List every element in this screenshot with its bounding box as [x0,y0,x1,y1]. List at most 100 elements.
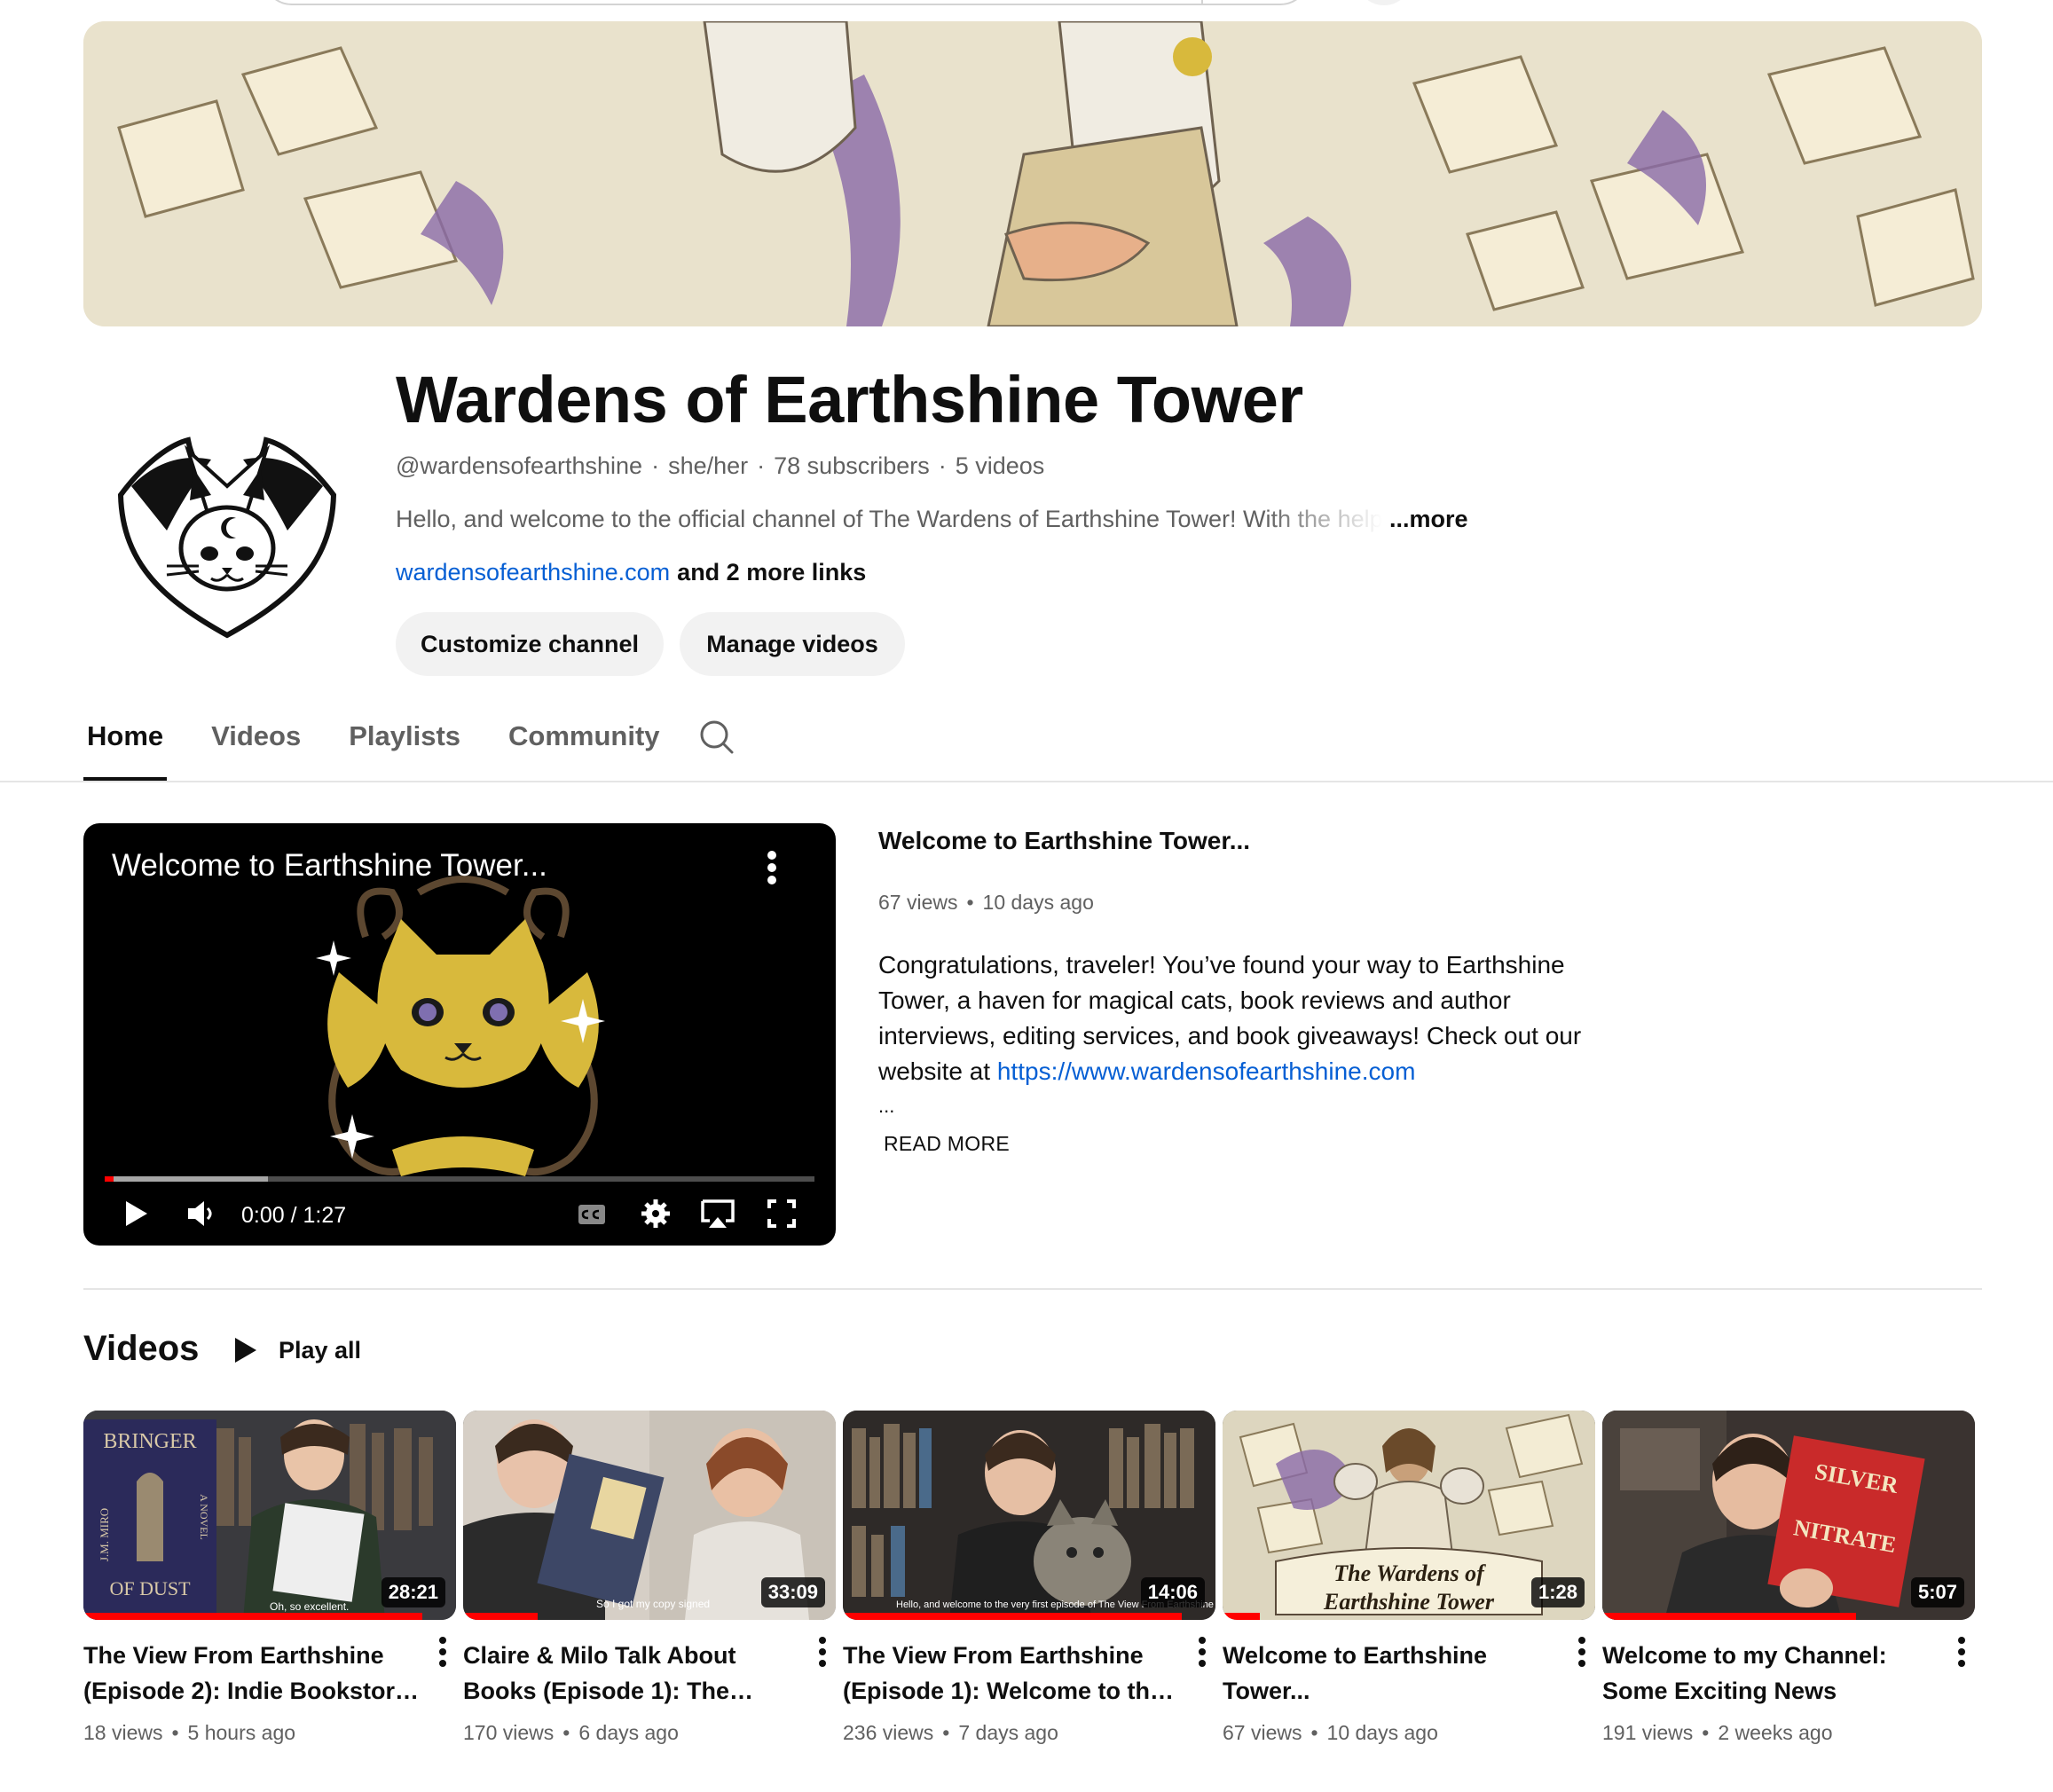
video-title[interactable]: Welcome to my Channel: Some Exciting New… [1602,1638,1939,1709]
watched-progress [83,1613,423,1620]
video-meta: 236 views • 7 days ago [843,1721,1215,1745]
channel-meta: @wardensofearthshine · she/her · 78 subscrib… [396,452,1044,480]
video-title[interactable]: The View From Earthshine (Episode 2): In… [83,1638,421,1709]
featured-age: 10 days ago [982,891,1094,914]
featured-video-title[interactable]: Welcome to Earthshine Tower... [878,827,1250,855]
video-meta: 170 views • 6 days ago [463,1721,836,1745]
channel-description[interactable]: Hello, and welcome to the official chann… [396,506,1468,533]
more-vert-icon[interactable] [1577,1636,1586,1668]
channel-pronouns: she/her [668,452,749,479]
featured-description-link[interactable]: https://www.wardensofearthshine.com [997,1057,1416,1085]
video-views: 236 views [843,1721,934,1744]
meta-dot: • [562,1721,570,1744]
video-title[interactable]: The View From Earthshine (Episode 1): We… [843,1638,1180,1709]
video-card[interactable]: SILVER NITRATE 5:07 Welcome to my Channe… [1602,1411,1975,1745]
player-time: 0:00 / 1:27 [241,1203,347,1228]
video-thumbnail[interactable]: The Wardens of Earthshine Tower 1:28 [1223,1411,1595,1620]
video-views: 191 views [1602,1721,1694,1744]
channel-handle: @wardensofearthshine [396,452,643,479]
video-card[interactable]: So I got my copy signed 33:09 Claire & M… [463,1411,836,1745]
video-views: 67 views [1223,1721,1302,1744]
video-thumbnail[interactable]: BRINGER OF DUST J.M. MIRO A NOVEL Oh, so… [83,1411,456,1620]
progress-buffer [105,1176,268,1182]
section-divider [83,1288,1982,1290]
video-duration: 1:28 [1530,1577,1585,1607]
channel-website-link[interactable]: wardensofearthshine.com [396,559,670,586]
play-icon [235,1338,256,1363]
tab-playlists[interactable]: Playlists [345,710,464,781]
more-vert-icon[interactable] [818,1636,827,1668]
search-divider [1201,0,1203,4]
video-card[interactable]: BRINGER OF DUST J.M. MIRO A NOVEL Oh, so… [83,1411,456,1745]
more-vert-icon[interactable] [438,1636,447,1668]
video-duration: 5:07 [1910,1577,1964,1607]
video-meta: 67 views • 10 days ago [1223,1721,1595,1745]
video-meta: 18 views • 5 hours ago [83,1721,456,1745]
tab-videos[interactable]: Videos [208,710,304,781]
subscriber-count: 78 subscribers [774,452,930,479]
video-card[interactable]: The Wardens of Earthshine Tower 1:28 Wel… [1223,1411,1595,1745]
meta-separator: · [757,452,766,479]
settings-icon[interactable] [641,1196,671,1231]
featured-video-meta: 67 views • 10 days ago [878,891,1094,915]
video-age: 10 days ago [1326,1721,1438,1744]
video-title[interactable]: Claire & Milo Talk About Books (Episode … [463,1638,800,1709]
video-meta: 191 views • 2 weeks ago [1602,1721,1975,1745]
video-age: 7 days ago [958,1721,1058,1744]
video-count: 5 videos [955,452,1045,479]
volume-icon[interactable] [185,1196,216,1231]
captions-icon[interactable] [577,1196,607,1231]
more-vert-icon[interactable] [1957,1636,1966,1668]
tabs-divider [0,781,2053,782]
meta-dot: • [966,891,974,914]
book-subtitle: A NOVEL [198,1494,210,1540]
video-thumbnail[interactable]: So I got my copy signed 33:09 [463,1411,836,1620]
video-views: 170 views [463,1721,555,1744]
thumbnail-title-line-2: Earthshine Tower [1323,1589,1495,1615]
channel-avatar[interactable] [114,433,341,639]
thumbnail-caption: Oh, so excellent. [270,1600,349,1613]
video-card[interactable]: Hello, and welcome to the very first epi… [843,1411,1215,1745]
meta-separator: · [938,452,947,479]
progress-played [105,1176,114,1182]
meta-dot: • [1310,1721,1318,1744]
player-progress-bar[interactable] [105,1176,814,1182]
tab-community[interactable]: Community [505,710,664,781]
player-cat-logo [316,876,605,1176]
read-more-button[interactable]: READ MORE [884,1132,1010,1156]
description-more-link[interactable]: ...more [1389,506,1468,533]
video-duration: 33:09 [760,1577,825,1607]
book-author: J.M. MIRO [98,1508,111,1561]
more-vert-icon[interactable] [1198,1636,1207,1668]
meta-dot: • [171,1721,179,1744]
book-title-top: BRINGER [103,1430,196,1453]
video-thumbnail[interactable]: SILVER NITRATE 5:07 [1602,1411,1975,1620]
channel-links: wardensofearthshine.com and 2 more links [396,559,866,586]
channel-title: Wardens of Earthshine Tower [396,363,1303,436]
more-vert-icon[interactable] [767,850,777,885]
manage-videos-button[interactable]: Manage videos [680,612,905,676]
search-box[interactable] [263,0,1310,5]
video-age: 6 days ago [578,1721,679,1744]
video-thumbnail[interactable]: Hello, and welcome to the very first epi… [843,1411,1215,1620]
watched-progress [1602,1613,1856,1620]
airplay-icon[interactable] [699,1196,736,1231]
customize-channel-button[interactable]: Customize channel [396,612,664,676]
featured-video-player[interactable]: Welcome to Earthshine Tower... 0:00 / 1:… [83,823,836,1246]
cat-emblem-icon [117,436,337,639]
featured-video-description: Congratulations, traveler! You’ve found … [878,947,1606,1089]
thumbnail-caption: So I got my copy signed [596,1598,710,1610]
video-age: 2 weeks ago [1718,1721,1833,1744]
video-title[interactable]: Welcome to Earthshine Tower... [1223,1638,1560,1709]
play-icon[interactable] [122,1196,149,1231]
featured-views: 67 views [878,891,958,914]
more-links-link[interactable]: and 2 more links [677,559,866,586]
search-icon[interactable] [697,719,735,756]
videos-shelf-title[interactable]: Videos [83,1329,199,1369]
voice-search-button[interactable] [1357,0,1411,5]
fullscreen-icon[interactable] [767,1196,797,1231]
tab-home[interactable]: Home [83,710,168,781]
channel-banner [83,21,1982,326]
video-views: 18 views [83,1721,163,1744]
play-all-button[interactable]: Play all [232,1331,361,1370]
